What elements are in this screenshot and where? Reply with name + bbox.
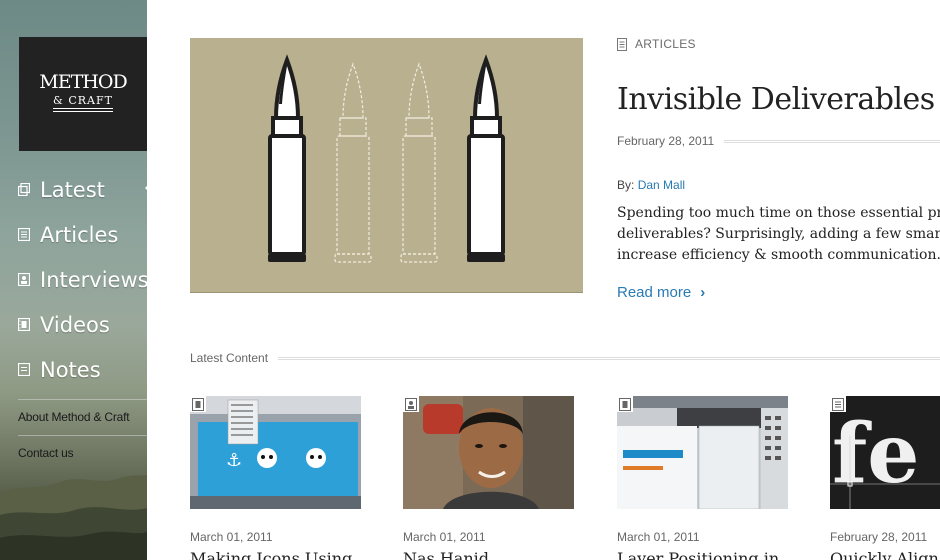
svg-text:fe: fe [832,406,919,502]
hero-excerpt: Spending too much time on those essentia… [617,203,940,266]
nav-item-videos[interactable]: Videos [18,302,147,347]
typography-thumbnail: fe [830,396,940,509]
card-title[interactable]: Layer Positioning in [617,549,779,560]
article-icon [830,396,846,412]
nav-item-interviews[interactable]: Interviews [18,257,147,302]
bullet-right [467,54,505,262]
card-title[interactable]: Nas Hanid [403,549,489,560]
card-thumbnail[interactable] [617,396,788,509]
site-logo[interactable]: METHOD & CRAFT [19,37,147,151]
hero-date: February 28, 2011 [617,134,715,148]
sidebar: METHOD & CRAFT Latest Articles Interview… [0,0,147,560]
bullet-left [268,54,306,262]
nav-label-interviews: Interviews [40,267,147,292]
logo-line-2: & CRAFT [53,94,113,107]
author-link[interactable]: Dan Mall [638,178,685,192]
hero-date-row: February 28, 2011 [617,134,940,148]
hero-category-label: ARTICLES [635,37,696,51]
video-icon [190,396,206,412]
excerpt-line: deliverables? Surprisingly, adding a few… [617,226,940,242]
note-icon [18,363,30,376]
interview-icon [403,396,419,412]
screenshot-thumbnail: ⚓ [190,396,361,509]
contact-link[interactable]: Contact us [18,435,147,471]
main-nav: Latest Articles Interviews Videos Notes [18,167,147,392]
read-more-label: Read more [617,284,692,301]
card-thumbnail[interactable]: fe [830,396,940,509]
content-card[interactable]: March 01, 2011 Nas Hanid [403,396,574,560]
excerpt-line: increase efficiency & smooth communicati… [617,247,940,263]
svg-text:⚓: ⚓ [226,450,242,471]
card-date: February 28, 2011 [830,530,928,544]
nav-item-latest[interactable]: Latest [18,167,147,212]
content-card[interactable]: fe February 28, 2011 Quickly Align [830,396,940,560]
byline-prefix: By: [617,178,635,192]
about-link[interactable]: About Method & Craft [18,399,147,435]
latest-content-header: Latest Content [190,351,940,365]
divider [278,356,940,360]
card-date: March 01, 2011 [190,530,273,544]
portrait-thumbnail [403,396,574,509]
latest-content-heading: Latest Content [190,351,269,365]
content-card[interactable]: ⚓ March 01, 2011 Making Icons Using [190,396,361,560]
card-title[interactable]: Making Icons Using [190,549,352,560]
chevron-right-icon: › [700,284,706,301]
nav-label-notes: Notes [40,357,101,382]
screenshot-thumbnail [617,396,788,509]
logo-line-1: METHOD [39,71,127,93]
hero-title[interactable]: Invisible Deliverables [617,82,935,117]
nav-label-videos: Videos [40,312,110,337]
article-icon [617,37,627,51]
article-icon [18,228,30,241]
card-date: March 01, 2011 [617,530,700,544]
hero-category[interactable]: ARTICLES [617,37,696,51]
divider [724,139,940,143]
nav-label-latest: Latest [40,177,105,202]
bullet-dashed-2 [400,62,438,263]
bullet-dashed-1 [334,62,372,263]
card-thumbnail[interactable] [403,396,574,509]
nav-label-articles: Articles [40,222,119,247]
card-date: March 01, 2011 [403,530,486,544]
card-title[interactable]: Quickly Align [830,549,939,560]
excerpt-line: Spending too much time on those essentia… [617,205,940,221]
nav-item-articles[interactable]: Articles [18,212,147,257]
content-card[interactable]: March 01, 2011 Layer Positioning in [617,396,788,560]
video-icon [617,396,633,412]
bullets-illustration [268,54,505,263]
card-thumbnail[interactable]: ⚓ [190,396,361,509]
hero-byline: By: Dan Mall [617,178,685,192]
hero-image[interactable] [190,38,583,293]
video-icon [18,318,30,331]
read-more-link[interactable]: Read more › [617,284,705,301]
nav-item-notes[interactable]: Notes [18,347,147,392]
latest-icon [18,183,30,196]
interview-icon [18,273,30,286]
secondary-links: About Method & Craft Contact us [18,399,147,471]
